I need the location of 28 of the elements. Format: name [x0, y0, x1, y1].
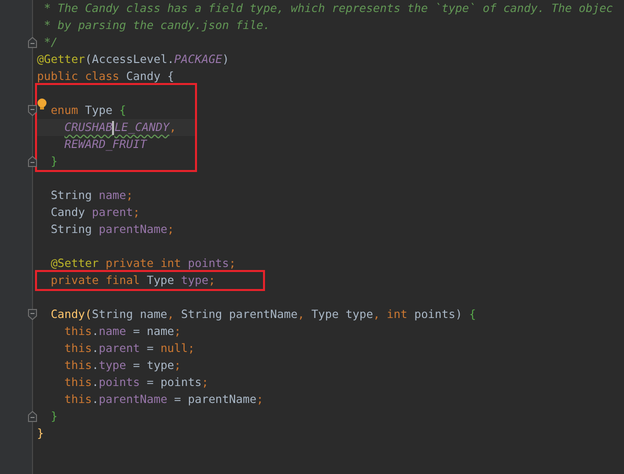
- code-line: */: [44, 35, 58, 49]
- code-line: @Getter(AccessLevel.PACKAGE): [37, 52, 230, 66]
- code-line: Candy parent;: [50, 205, 140, 219]
- code-line: this.type = type;: [64, 358, 182, 372]
- fold-icon[interactable]: [28, 105, 37, 116]
- fold-icon[interactable]: [28, 411, 37, 422]
- code-line: this.parentName = parentName;: [64, 392, 264, 406]
- code-line: Candy(String name, String parentName, Type type, int points) {: [50, 307, 476, 321]
- code-line: this.points = points;: [64, 375, 208, 389]
- code-line: private final Type type;: [50, 273, 216, 287]
- code-line: }: [50, 154, 58, 168]
- fold-icon[interactable]: [28, 37, 37, 48]
- code-line: this.name = name;: [64, 324, 182, 338]
- code-line: * The Candy class has a field type, which represents the `type` of candy. The objec: [44, 1, 614, 15]
- fold-icon[interactable]: [28, 156, 37, 167]
- code-line: CRUSHAB LE_CANDY,: [64, 120, 176, 134]
- code-line: }: [50, 409, 58, 423]
- code-line: REWARD_FRUIT: [64, 137, 147, 151]
- lightbulb-icon[interactable]: [37, 98, 47, 110]
- code-line: * by parsing the candy.json file.: [44, 18, 270, 32]
- code-line: public class Candy {: [37, 69, 174, 83]
- code-line: enum Type {: [50, 103, 126, 117]
- code-line: String parentName;: [50, 222, 174, 236]
- code-line: String name;: [50, 188, 134, 202]
- code-line: @Setter private int points;: [50, 256, 236, 270]
- code-line: this.parent = null;: [64, 341, 195, 355]
- code-line: }: [37, 426, 44, 440]
- fold-icon[interactable]: [28, 309, 37, 320]
